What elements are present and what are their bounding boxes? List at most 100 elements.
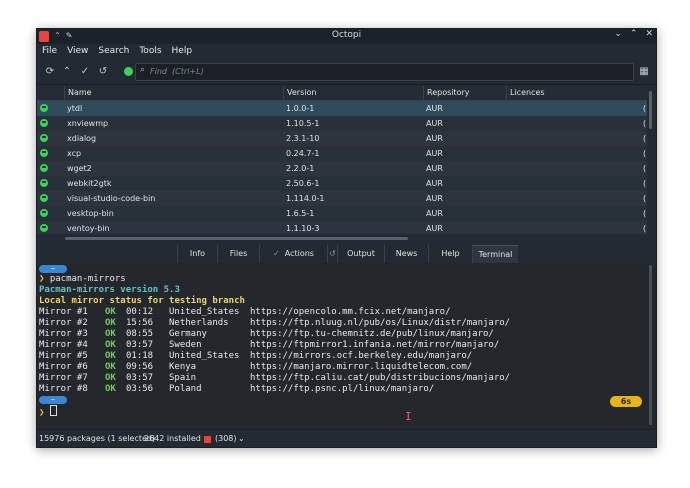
- mirror-status: OK: [105, 351, 116, 361]
- tab-terminal[interactable]: Terminal: [472, 245, 518, 263]
- column-name[interactable]: Name: [64, 86, 283, 100]
- package-licence: (: [643, 209, 647, 218]
- title-bar: ⌃ ✎ Octopi ⌄ ⌃ ✕: [37, 29, 656, 44]
- tab-help[interactable]: Help: [428, 245, 472, 263]
- alien-icon: [40, 179, 48, 187]
- table-horizontal-scrollbar[interactable]: [65, 237, 408, 240]
- terminal-panel[interactable]: ~ ❯ pacman-mirrors Pacman-mirrors versio…: [37, 263, 656, 429]
- search-input[interactable]: [150, 64, 620, 79]
- undo-icon[interactable]: ↺: [96, 65, 110, 79]
- updates-count[interactable]: (308): [215, 430, 237, 447]
- alien-icon: [40, 134, 48, 142]
- tab-files[interactable]: Files: [217, 245, 259, 263]
- mirror-status: OK: [105, 384, 116, 394]
- package-name: vesktop-bin: [67, 209, 114, 218]
- package-licence: (: [643, 164, 647, 173]
- table-row[interactable]: visual-studio-code-bin 1.114.0-1 AUR (: [37, 191, 647, 206]
- package-repository: AUR: [426, 164, 443, 173]
- package-name: ytdl: [67, 104, 83, 113]
- mirror-country: United_States: [169, 351, 240, 361]
- table-vertical-scrollbar[interactable]: [649, 91, 652, 129]
- package-version: 2.2.0-1: [286, 164, 315, 173]
- prompt-line: ❯: [39, 405, 57, 418]
- menu-file[interactable]: File: [42, 44, 57, 59]
- mirror-time: 09:56: [126, 362, 154, 372]
- commit-check-icon[interactable]: ✓: [78, 65, 92, 79]
- minimize-icon[interactable]: ⌄: [614, 29, 622, 39]
- aur-alien-icon[interactable]: [121, 65, 135, 79]
- mirror-country: Spain: [169, 373, 197, 383]
- status-line: Local mirror status for testing branch: [39, 296, 245, 306]
- updates-badge-icon[interactable]: [204, 436, 211, 443]
- table-row[interactable]: vesktop-bin 1.6.5-1 AUR (: [37, 206, 647, 221]
- table-row[interactable]: xcp 0.24.7-1 AUR (: [37, 146, 647, 161]
- terminal-scrollbar[interactable]: [649, 265, 652, 425]
- package-licence: (: [643, 149, 647, 158]
- package-repository: AUR: [426, 119, 443, 128]
- mirror-label: Mirror #6: [39, 362, 88, 372]
- mirror-url: https://mirrors.ocf.berkeley.edu/manjaro…: [250, 351, 473, 361]
- maximize-icon[interactable]: ⌃: [630, 29, 638, 39]
- status-bar: 15976 packages (1 selected) 2642 install…: [37, 429, 656, 447]
- package-version: 1.114.0-1: [286, 194, 325, 203]
- menu-search[interactable]: Search: [98, 44, 129, 59]
- mirror-time: 15:56: [126, 318, 154, 328]
- view-switch-icon[interactable]: ▦: [637, 65, 651, 79]
- mirror-time: 03:56: [126, 384, 154, 394]
- alien-icon: [40, 104, 48, 112]
- package-name: visual-studio-code-bin: [67, 194, 156, 203]
- package-version: 1.6.5-1: [286, 209, 315, 218]
- duration-badge: 6s: [610, 396, 642, 407]
- menu-help[interactable]: Help: [172, 44, 193, 59]
- mirror-label: Mirror #4: [39, 340, 88, 350]
- undo-small-icon: ↺: [327, 245, 337, 263]
- prompt-arrow: ❯: [39, 274, 45, 284]
- mirror-time: 01:18: [126, 351, 154, 361]
- package-repository: AUR: [426, 224, 443, 233]
- mirror-url: https://opencolo.mm.fcix.net/manjaro/: [250, 307, 451, 317]
- home-dir-pill-2: ~: [39, 396, 67, 404]
- column-licences[interactable]: Licences: [506, 86, 647, 100]
- chevron-up-icon[interactable]: ⌃: [60, 65, 74, 79]
- alien-icon: [40, 164, 48, 172]
- close-icon[interactable]: ✕: [645, 29, 653, 39]
- menu-view[interactable]: View: [67, 44, 88, 59]
- column-repository[interactable]: Repository: [423, 86, 506, 100]
- table-row[interactable]: xdialog 2.3.1-10 AUR (: [37, 131, 647, 146]
- sync-icon[interactable]: ⟳: [43, 65, 57, 79]
- mirror-country: Poland: [169, 384, 202, 394]
- mirror-label: Mirror #5: [39, 351, 88, 361]
- check-icon: ✓: [273, 249, 280, 258]
- mirror-status: OK: [105, 373, 116, 383]
- alien-icon: [40, 224, 48, 232]
- mirror-country: Kenya: [169, 362, 197, 372]
- table-row[interactable]: ytdl 1.0.0-1 AUR (: [37, 101, 647, 116]
- package-licence: (: [643, 104, 647, 113]
- tab-news[interactable]: News: [384, 245, 428, 263]
- search-box[interactable]: ⌕: [135, 63, 634, 81]
- table-row[interactable]: webkit2gtk 2.50.6-1 AUR (: [37, 176, 647, 191]
- mirror-country: Netherlands: [169, 318, 229, 328]
- command-text: pacman-mirrors: [49, 274, 126, 284]
- package-repository: AUR: [426, 134, 443, 143]
- mirror-time: 00:12: [126, 307, 154, 317]
- chevron-down-icon[interactable]: ⌄: [238, 430, 245, 447]
- mirror-label: Mirror #8: [39, 384, 88, 394]
- mirror-status: OK: [105, 329, 116, 339]
- tab-actions[interactable]: ✓ Actions: [259, 245, 327, 263]
- package-table: Name Version Repository Licences ytdl 1.0…: [37, 86, 647, 234]
- column-version[interactable]: Version: [283, 86, 423, 100]
- package-licence: (: [643, 134, 647, 143]
- table-row[interactable]: wget2 2.2.0-1 AUR (: [37, 161, 647, 176]
- tab-output[interactable]: Output: [337, 245, 384, 263]
- home-dir-pill: ~: [39, 265, 67, 273]
- alien-icon: [40, 119, 48, 127]
- menu-tools[interactable]: Tools: [139, 44, 161, 59]
- package-name: xdialog: [67, 134, 97, 143]
- tab-info[interactable]: Info: [177, 245, 217, 263]
- table-row[interactable]: ventoy-bin 1.1.10-3 AUR (: [37, 221, 647, 234]
- version-line: Pacman-mirrors version 5.3: [39, 285, 180, 295]
- package-version: 2.3.1-10: [286, 134, 320, 143]
- bottom-tabs: Info Files ✓ Actions ↺ Output News Help T…: [37, 245, 656, 263]
- table-row[interactable]: xnviewmp 1.10.5-1 AUR (: [37, 116, 647, 131]
